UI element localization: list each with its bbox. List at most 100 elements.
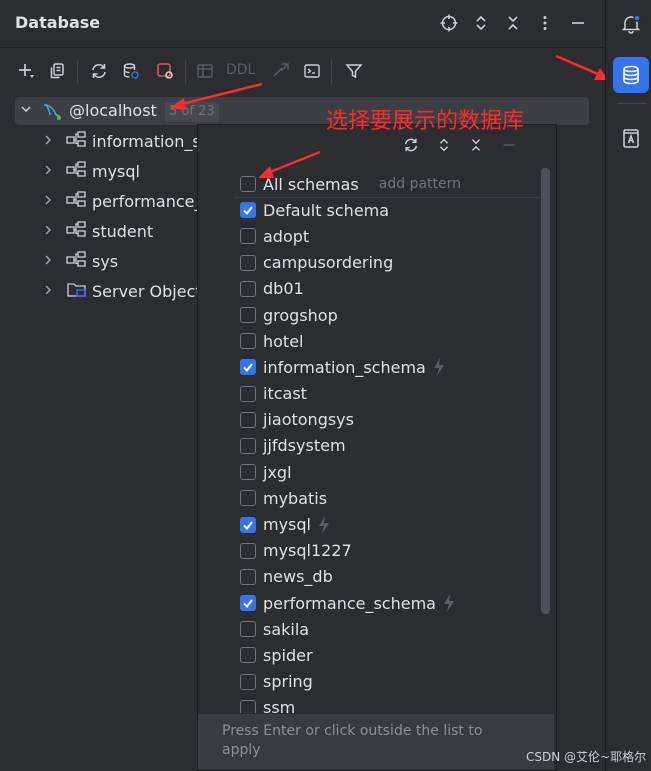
tree-item-label: performance_ xyxy=(92,191,203,211)
schema-row[interactable]: information_schema xyxy=(234,354,544,380)
schema-row[interactable]: db01 xyxy=(234,276,544,302)
tree-item[interactable]: performance_ xyxy=(40,188,202,214)
server-objects-icon xyxy=(66,280,88,302)
schema-row[interactable]: jxgl xyxy=(234,459,544,485)
right-tool-strip xyxy=(605,0,651,771)
schema-row[interactable]: jjfdsystem xyxy=(234,433,544,459)
minimize-icon[interactable] xyxy=(497,133,521,157)
tree-item[interactable]: Server Object xyxy=(40,278,202,304)
schema-row[interactable]: mysql xyxy=(234,511,544,537)
schema-name: sakila xyxy=(263,619,310,639)
collapse-all-icon[interactable] xyxy=(464,133,488,157)
schema-checkbox[interactable] xyxy=(240,333,256,350)
jump-to-source-icon[interactable] xyxy=(267,57,295,85)
notifications-icon[interactable] xyxy=(615,8,647,40)
schema-checkbox[interactable] xyxy=(240,437,256,454)
refresh-icon[interactable] xyxy=(399,133,423,157)
schema-name: jiaotongsys xyxy=(263,410,354,430)
schema-checkbox[interactable] xyxy=(240,464,256,481)
schema-checkbox[interactable] xyxy=(240,385,256,402)
schema-row[interactable]: spider xyxy=(234,642,544,668)
schema-name: db01 xyxy=(263,279,304,299)
all-schemas-label: All schemas xyxy=(263,174,359,194)
all-schemas-checkbox[interactable] xyxy=(240,176,256,193)
tree-item[interactable]: student xyxy=(40,218,153,244)
schema-row[interactable]: adopt xyxy=(234,223,544,249)
disconnect-icon[interactable] xyxy=(151,57,179,85)
schema-checkbox[interactable] xyxy=(240,411,256,428)
schema-icon xyxy=(66,160,88,182)
ddl-button[interactable]: DDL xyxy=(226,62,255,78)
filter-icon[interactable] xyxy=(340,57,368,85)
schema-row[interactable]: mybatis xyxy=(234,485,544,511)
schema-checkbox[interactable] xyxy=(240,595,256,612)
all-schemas-row[interactable]: All schemas add pattern xyxy=(234,171,544,197)
copy-icon[interactable] xyxy=(43,57,71,85)
schema-checkbox[interactable] xyxy=(240,647,256,664)
schema-row[interactable]: sakila xyxy=(234,616,544,642)
database-tool-icon[interactable] xyxy=(613,57,649,93)
chevron-right-icon[interactable] xyxy=(40,164,56,179)
schema-row[interactable]: Default schema xyxy=(234,197,544,223)
expand-all-icon[interactable] xyxy=(468,10,494,36)
data-source-properties-icon[interactable] xyxy=(117,57,145,85)
schema-icon xyxy=(66,250,88,272)
tree-item-label: Server Object xyxy=(92,281,202,301)
schema-row[interactable]: hotel xyxy=(234,328,544,354)
schema-checkbox[interactable] xyxy=(240,280,256,297)
add-pattern-link[interactable]: add pattern xyxy=(379,176,461,192)
chevron-right-icon[interactable] xyxy=(40,284,56,299)
schema-checkbox[interactable] xyxy=(240,228,256,245)
ai-assistant-book-icon[interactable] xyxy=(615,122,647,154)
locate-icon[interactable] xyxy=(436,10,462,36)
schema-row[interactable]: performance_schema xyxy=(234,590,544,616)
schema-icon xyxy=(66,190,88,212)
minimize-icon[interactable] xyxy=(565,10,591,36)
query-console-icon[interactable] xyxy=(298,57,326,85)
schema-row[interactable]: grogshop xyxy=(234,302,544,328)
schema-name: adopt xyxy=(263,226,310,246)
expand-all-icon[interactable] xyxy=(432,133,456,157)
schema-checkbox[interactable] xyxy=(240,307,256,324)
schema-row[interactable]: itcast xyxy=(234,381,544,407)
collapse-all-icon[interactable] xyxy=(500,10,526,36)
schema-name: itcast xyxy=(263,384,307,404)
schema-row[interactable]: ssm xyxy=(234,695,544,713)
schema-checkbox[interactable] xyxy=(240,254,256,271)
schema-checkbox[interactable] xyxy=(240,542,256,559)
table-editor-icon[interactable] xyxy=(191,57,219,85)
more-options-icon[interactable] xyxy=(532,10,558,36)
schema-icon xyxy=(66,220,88,242)
schema-checkbox[interactable] xyxy=(240,621,256,638)
schema-row[interactable]: mysql1227 xyxy=(234,538,544,564)
toolbar-separator xyxy=(77,60,78,84)
mysql-dolphin-icon xyxy=(42,101,62,121)
refresh-icon[interactable] xyxy=(85,57,113,85)
schema-checkbox[interactable] xyxy=(240,359,256,376)
schema-checkbox[interactable] xyxy=(240,673,256,690)
schema-checkbox[interactable] xyxy=(240,490,256,507)
tree-item-label: information_s xyxy=(92,131,201,151)
schema-checkbox[interactable] xyxy=(240,202,256,219)
tree-item[interactable]: information_s xyxy=(40,128,201,154)
strip-divider xyxy=(617,103,647,104)
schema-row[interactable]: jiaotongsys xyxy=(234,407,544,433)
schema-checkbox[interactable] xyxy=(240,516,256,533)
tree-item[interactable]: mysql xyxy=(40,158,140,184)
schema-count-badge[interactable]: 5 of 23 xyxy=(165,102,219,122)
chevron-right-icon[interactable] xyxy=(40,254,56,269)
schema-row[interactable]: campusordering xyxy=(234,250,544,276)
chevron-down-icon[interactable] xyxy=(20,103,32,118)
chevron-right-icon[interactable] xyxy=(40,194,56,209)
tree-item[interactable]: sys xyxy=(40,248,118,274)
add-icon[interactable] xyxy=(12,57,40,85)
schema-name: spring xyxy=(263,672,313,692)
schema-name: news_db xyxy=(263,567,333,587)
chevron-right-icon[interactable] xyxy=(40,224,56,239)
schema-checkbox[interactable] xyxy=(240,568,256,585)
schema-checkbox[interactable] xyxy=(240,699,256,713)
chevron-right-icon[interactable] xyxy=(40,134,56,149)
schema-row[interactable]: spring xyxy=(234,669,544,695)
schema-row[interactable]: news_db xyxy=(234,564,544,590)
scrollbar-thumb[interactable] xyxy=(541,168,550,614)
